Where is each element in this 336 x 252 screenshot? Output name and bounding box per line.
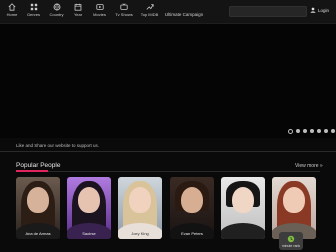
slider-dot[interactable] bbox=[303, 129, 307, 133]
nav-label: Home bbox=[6, 12, 18, 17]
slider-dot[interactable] bbox=[317, 129, 321, 133]
main-nav: Home Genres Country Year Movies Tv Shows… bbox=[2, 3, 206, 17]
portrait-face bbox=[232, 187, 254, 213]
view-more-label: View more » bbox=[295, 163, 323, 169]
tv-icon bbox=[120, 3, 128, 10]
nav-label: Genres bbox=[26, 12, 41, 17]
section-title: Popular People bbox=[16, 162, 61, 169]
slider-dot[interactable] bbox=[310, 129, 314, 133]
person-card[interactable] bbox=[221, 177, 265, 239]
person-card[interactable]: Saoirse bbox=[67, 177, 111, 239]
portrait-face bbox=[129, 187, 151, 213]
login-button[interactable]: Login bbox=[310, 7, 329, 13]
nav-label: Year bbox=[73, 12, 83, 17]
top-navigation-bar: Home Genres Country Year Movies Tv Shows… bbox=[0, 0, 336, 24]
trending-icon bbox=[146, 4, 154, 10]
slider-pagination bbox=[288, 128, 336, 134]
badge-label: minute rank bbox=[281, 243, 301, 248]
clock-icon bbox=[287, 235, 295, 242]
nav-home[interactable]: Home bbox=[2, 3, 22, 17]
globe-icon bbox=[53, 3, 60, 11]
person-card[interactable]: Evan Peters bbox=[170, 177, 214, 239]
nav-label: Country bbox=[49, 12, 64, 17]
nav-ultimate-campaign[interactable]: Ultimate Campaign bbox=[162, 3, 206, 17]
grid-icon bbox=[30, 3, 37, 11]
slider-dot[interactable] bbox=[331, 129, 335, 133]
person-card[interactable]: Ana de Armas bbox=[16, 177, 60, 239]
nav-year[interactable]: Year bbox=[68, 3, 88, 17]
hero-slider[interactable] bbox=[0, 24, 336, 138]
person-name: Ana de Armas bbox=[25, 231, 51, 236]
nav-movies[interactable]: Movies bbox=[88, 3, 111, 17]
nav-tv-shows[interactable]: Tv Shows bbox=[111, 3, 137, 17]
login-label: Login bbox=[318, 7, 330, 13]
section-underline bbox=[16, 171, 320, 172]
nav-label: Tv Shows bbox=[115, 12, 133, 17]
person-name: Saoirse bbox=[82, 231, 96, 236]
film-icon bbox=[95, 4, 104, 10]
portrait-shoulders bbox=[221, 223, 265, 239]
divider bbox=[0, 151, 336, 152]
search-input[interactable] bbox=[229, 6, 307, 17]
rank-badge[interactable]: minute rank bbox=[279, 232, 303, 250]
person-card[interactable]: Joey King bbox=[118, 177, 162, 239]
support-message: Like and Share our website to support us… bbox=[16, 143, 100, 148]
portrait-face bbox=[181, 187, 203, 213]
person-name: Evan Peters bbox=[181, 231, 203, 236]
nav-top-imdb[interactable]: Top IMDB bbox=[137, 3, 162, 17]
nav-label: Movies bbox=[93, 12, 106, 17]
slider-dot[interactable] bbox=[324, 129, 328, 133]
portrait-face bbox=[283, 187, 305, 213]
person-card[interactable]: Jenna bbox=[272, 177, 316, 239]
person-name: Joey King bbox=[131, 231, 149, 236]
portrait-face bbox=[78, 187, 100, 213]
slider-dot[interactable] bbox=[288, 128, 293, 134]
user-icon bbox=[310, 7, 316, 13]
nav-genres[interactable]: Genres bbox=[22, 3, 45, 17]
calendar-icon bbox=[74, 3, 82, 11]
home-icon bbox=[8, 3, 16, 11]
slider-dot[interactable] bbox=[296, 129, 300, 133]
portrait-face bbox=[27, 187, 49, 213]
section-accent-bar bbox=[16, 170, 48, 172]
nav-label: Ultimate Campaign bbox=[164, 12, 204, 17]
view-more-link[interactable]: View more » bbox=[295, 163, 323, 169]
nav-country[interactable]: Country bbox=[45, 3, 68, 17]
nav-label: Top IMDB bbox=[140, 12, 159, 17]
